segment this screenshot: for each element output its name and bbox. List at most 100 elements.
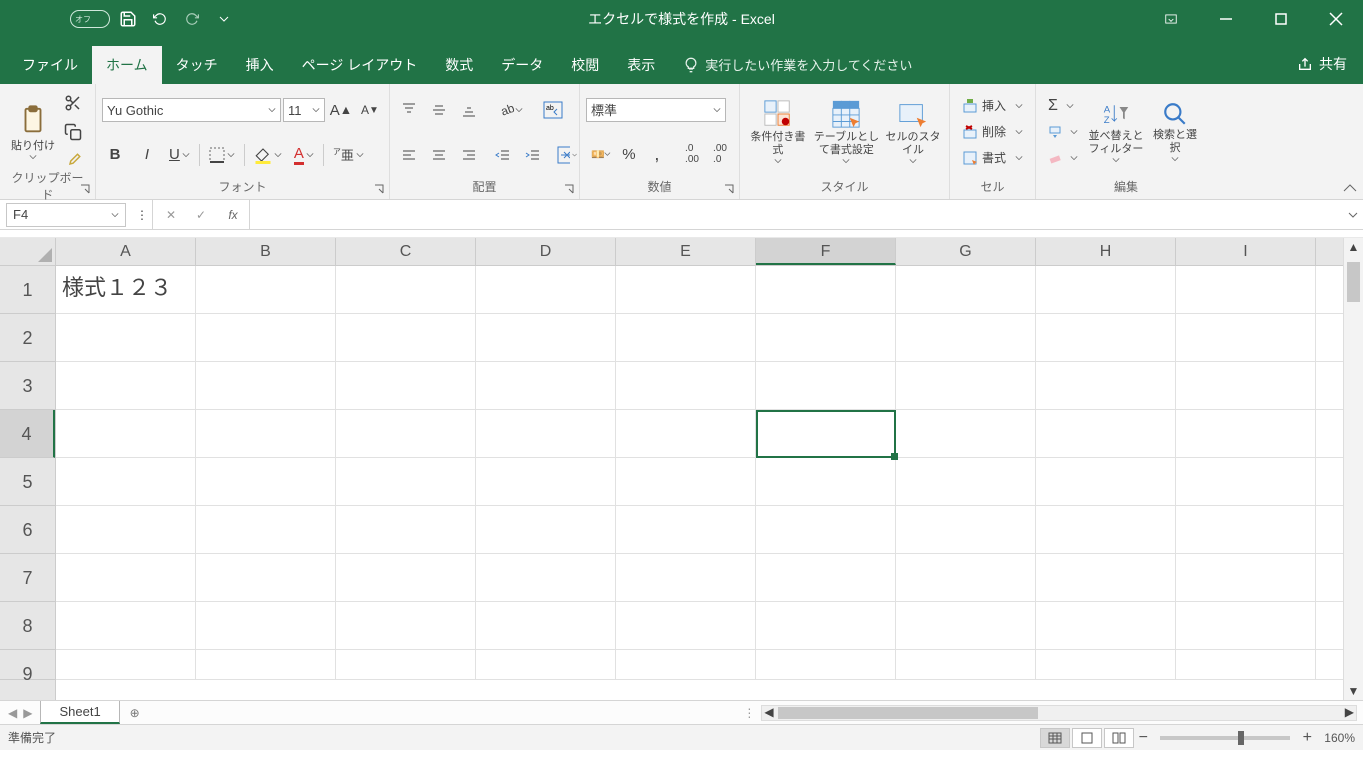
cell-styles-button[interactable]: セルのスタイル: [883, 88, 943, 175]
col-header-e[interactable]: E: [616, 238, 756, 265]
comma-button[interactable]: ,: [644, 141, 670, 167]
fill-button[interactable]: [1042, 119, 1084, 145]
increase-font-button[interactable]: A▲: [327, 97, 355, 123]
increase-decimal-button[interactable]: .0.00: [679, 141, 705, 167]
number-format-combo[interactable]: 標準: [586, 98, 726, 122]
sheet-nav-prev[interactable]: ◀: [8, 706, 17, 720]
accounting-format-button[interactable]: 💴: [586, 141, 614, 167]
cells-area[interactable]: 様式１２３: [56, 266, 1343, 700]
clear-button[interactable]: [1042, 145, 1084, 171]
align-top-button[interactable]: [396, 97, 422, 123]
bold-button[interactable]: B: [102, 142, 128, 168]
redo-button[interactable]: [178, 5, 206, 33]
autosave-toggle[interactable]: オフ: [70, 10, 110, 28]
delete-cells-button[interactable]: 削除: [956, 119, 1029, 145]
percent-button[interactable]: %: [616, 141, 642, 167]
col-header-a[interactable]: A: [56, 238, 196, 265]
col-header-g[interactable]: G: [896, 238, 1036, 265]
font-dialog-launcher[interactable]: [373, 183, 387, 197]
cut-button[interactable]: [60, 90, 86, 116]
format-cells-button[interactable]: 書式: [956, 145, 1029, 171]
borders-button[interactable]: [206, 142, 238, 168]
expand-formula-bar[interactable]: [1343, 210, 1363, 220]
row-header-8[interactable]: 8: [0, 602, 55, 650]
underline-button[interactable]: U: [166, 142, 193, 168]
col-header-h[interactable]: H: [1036, 238, 1176, 265]
row-header-2[interactable]: 2: [0, 314, 55, 362]
col-header-f[interactable]: F: [756, 238, 896, 265]
clipboard-dialog-launcher[interactable]: [79, 183, 93, 197]
paste-button[interactable]: 貼り付け: [6, 88, 60, 175]
col-header-d[interactable]: D: [476, 238, 616, 265]
alignment-dialog-launcher[interactable]: [563, 183, 577, 197]
italic-button[interactable]: I: [134, 142, 160, 168]
sort-filter-button[interactable]: AZ 並べ替えとフィルター: [1084, 88, 1148, 175]
formula-input[interactable]: [250, 203, 1343, 227]
tab-view[interactable]: 表示: [613, 46, 669, 84]
autosum-button[interactable]: Σ: [1042, 93, 1084, 119]
number-dialog-launcher[interactable]: [723, 183, 737, 197]
zoom-in-button[interactable]: +: [1298, 729, 1316, 747]
font-name-combo[interactable]: Yu Gothic: [102, 98, 281, 122]
copy-button[interactable]: [60, 119, 86, 145]
merge-center-button[interactable]: [554, 142, 580, 168]
tab-review[interactable]: 校閲: [557, 46, 613, 84]
row-header-5[interactable]: 5: [0, 458, 55, 506]
horizontal-scrollbar[interactable]: ◀ ▶: [761, 705, 1357, 721]
wrap-text-button[interactable]: ab: [540, 97, 566, 123]
qat-customize[interactable]: [210, 5, 238, 33]
row-header-6[interactable]: 6: [0, 506, 55, 554]
phonetic-button[interactable]: ア亜: [330, 142, 367, 168]
new-sheet-button[interactable]: ⊕: [120, 701, 150, 724]
tab-file[interactable]: ファイル: [8, 46, 92, 84]
maximize-button[interactable]: [1253, 0, 1308, 38]
zoom-level[interactable]: 160%: [1324, 731, 1355, 745]
decrease-decimal-button[interactable]: .00.0: [707, 141, 733, 167]
row-header-1[interactable]: 1: [0, 266, 55, 314]
view-page-layout-button[interactable]: [1072, 728, 1102, 748]
col-header-b[interactable]: B: [196, 238, 336, 265]
row-header-9[interactable]: 9: [0, 650, 55, 680]
tab-touch[interactable]: タッチ: [162, 46, 232, 84]
insert-cells-button[interactable]: 挿入: [956, 93, 1029, 119]
enter-formula-button[interactable]: ✓: [189, 203, 213, 227]
orientation-button[interactable]: ab: [496, 97, 526, 123]
zoom-out-button[interactable]: −: [1134, 729, 1152, 747]
select-all-corner[interactable]: [0, 238, 55, 266]
decrease-font-button[interactable]: A▼: [357, 97, 383, 123]
cancel-formula-button[interactable]: ✕: [159, 203, 183, 227]
share-button[interactable]: 共有: [1281, 44, 1363, 84]
cell-a1[interactable]: 様式１２３: [56, 266, 196, 313]
row-header-3[interactable]: 3: [0, 362, 55, 410]
find-select-button[interactable]: 検索と選択: [1148, 88, 1202, 175]
fill-color-button[interactable]: [251, 142, 285, 168]
tab-formulas[interactable]: 数式: [431, 46, 487, 84]
sheet-nav-next[interactable]: ▶: [23, 706, 32, 720]
close-button[interactable]: [1308, 0, 1363, 38]
align-middle-button[interactable]: [426, 97, 452, 123]
view-normal-button[interactable]: [1040, 728, 1070, 748]
cell-f4[interactable]: [756, 410, 896, 457]
tab-home[interactable]: ホーム: [92, 46, 162, 84]
name-box-resize[interactable]: ⋮: [132, 208, 152, 222]
row-header-7[interactable]: 7: [0, 554, 55, 602]
minimize-button[interactable]: [1198, 0, 1253, 38]
zoom-slider[interactable]: [1160, 736, 1290, 740]
insert-function-button[interactable]: fx: [219, 203, 243, 227]
save-button[interactable]: [114, 5, 142, 33]
tab-split-handle[interactable]: ⋮: [743, 706, 755, 720]
decrease-indent-button[interactable]: [490, 142, 516, 168]
font-size-combo[interactable]: 11: [283, 98, 325, 122]
format-as-table-button[interactable]: テーブルとして書式設定: [810, 88, 883, 175]
font-color-button[interactable]: A: [291, 142, 317, 168]
conditional-formatting-button[interactable]: 条件付き書式: [746, 88, 810, 175]
align-bottom-button[interactable]: [456, 97, 482, 123]
tab-data[interactable]: データ: [487, 46, 557, 84]
tab-pagelayout[interactable]: ページ レイアウト: [288, 46, 432, 84]
ribbon-options-button[interactable]: [1143, 0, 1198, 38]
collapse-ribbon-button[interactable]: [1343, 183, 1357, 193]
undo-button[interactable]: [146, 5, 174, 33]
tab-insert[interactable]: 挿入: [232, 46, 288, 84]
vertical-scrollbar[interactable]: ▲ ▼: [1343, 238, 1363, 700]
sheet-tab-sheet1[interactable]: Sheet1: [40, 701, 119, 724]
